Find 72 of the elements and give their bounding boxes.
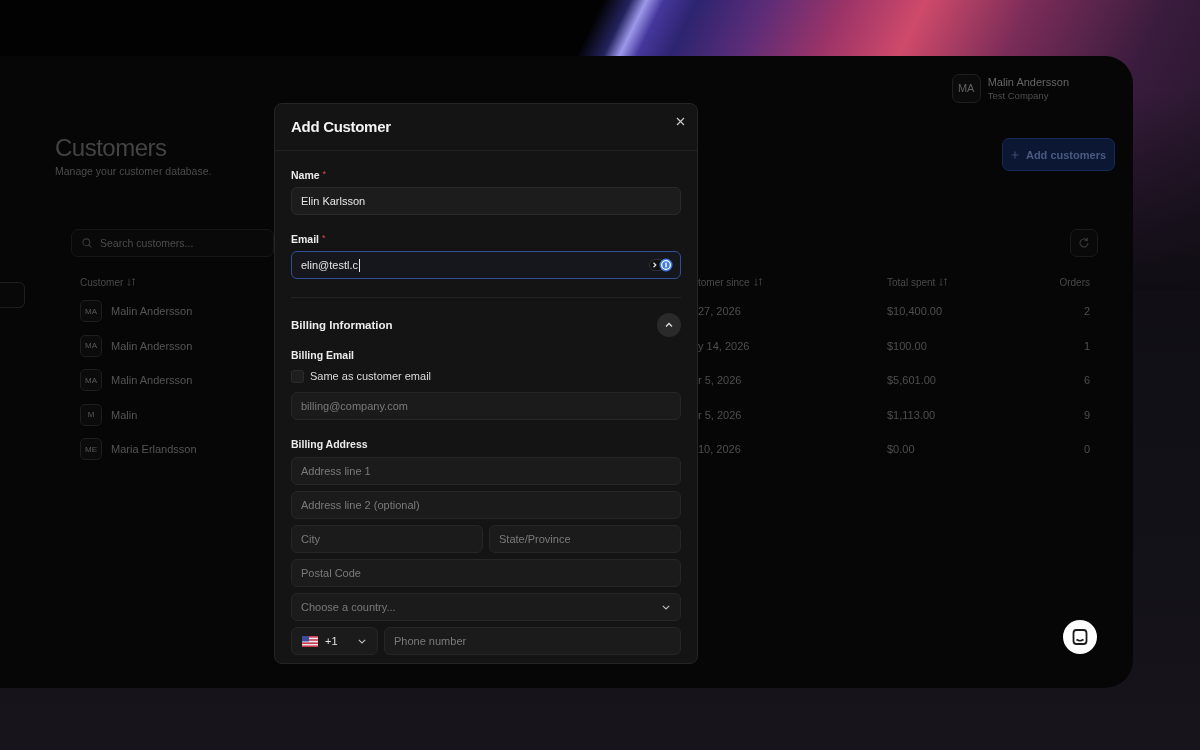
input-field[interactable]: City — [291, 525, 483, 553]
table-cell-text: 10, 2026 — [698, 443, 742, 456]
table-cell-text: r 5, 2026 — [698, 374, 743, 387]
billing-email-field[interactable]: billing@company.com — [291, 392, 681, 420]
field-label: Name — [291, 169, 320, 182]
table-cell-text: $10,400.00 — [887, 305, 944, 318]
chevron-up-icon[interactable] — [657, 313, 681, 337]
table-cell-text: 27, 2026 — [698, 305, 742, 318]
customer-avatar: ME — [80, 438, 102, 461]
column-header[interactable]: tomer since — [698, 276, 750, 288]
field-label: Billing Address — [291, 438, 368, 451]
checkbox[interactable] — [291, 369, 304, 383]
sort-icon[interactable] — [127, 278, 137, 286]
sort-icon[interactable] — [753, 278, 763, 286]
table-cell-text: y 14, 2026 — [698, 339, 751, 352]
section-title: Billing Information — [291, 319, 393, 331]
sort-icon[interactable] — [939, 278, 949, 286]
customer-name[interactable]: Malin Andersson — [111, 305, 193, 318]
chevron-down-icon — [662, 604, 670, 610]
customer-avatar: MA — [80, 334, 102, 357]
table-cell-text: $100.00 — [887, 339, 928, 352]
field-label: Email — [291, 233, 319, 246]
column-header[interactable]: Total spent — [887, 276, 936, 288]
input-field[interactable]: State/Province — [489, 525, 681, 553]
customer-name[interactable]: Malin Andersson — [111, 374, 193, 387]
column-header[interactable]: Orders — [1059, 276, 1090, 288]
required-mark: * — [322, 169, 327, 179]
country-select[interactable]: Choose a country... — [291, 593, 681, 621]
checkbox-label[interactable]: Same as customer email — [310, 370, 432, 382]
customer-name[interactable]: Maria Erlandsson — [111, 443, 197, 456]
required-mark: * — [322, 233, 326, 243]
plus-icon — [1010, 150, 1019, 159]
table-cell-text: 2 — [1082, 305, 1090, 318]
user-avatar[interactable]: MA — [951, 73, 981, 103]
customer-avatar: MA — [80, 300, 102, 323]
chevron-down-icon — [358, 638, 366, 644]
table-cell-text: $5,601.00 — [887, 374, 937, 387]
customer-name[interactable]: Malin — [111, 408, 138, 421]
table-cell-text: r 5, 2026 — [698, 408, 743, 421]
add-customers-button[interactable]: Add customers — [1002, 138, 1115, 171]
page-title: Customers — [55, 134, 168, 162]
table-cell-text: 6 — [1082, 374, 1090, 387]
page-subtitle: Manage your customer database. — [55, 164, 212, 178]
user-name: Malin Andersson — [987, 75, 1069, 89]
field-label: Billing Email — [291, 349, 354, 362]
input-field[interactable]: Address line 1 — [291, 457, 681, 485]
customer-avatar: M — [80, 403, 102, 426]
name-field[interactable]: Elin Karlsson — [291, 187, 681, 215]
chat-icon[interactable] — [1063, 620, 1097, 654]
column-header[interactable]: Customer — [80, 276, 124, 288]
search-icon — [82, 238, 92, 248]
refresh-button[interactable] — [1070, 229, 1098, 257]
search-field[interactable]: Search customers... — [71, 229, 274, 257]
table-cell-text: 0 — [1082, 443, 1090, 456]
country-code-select[interactable]: +1 — [291, 627, 378, 655]
refresh-icon — [1078, 237, 1090, 249]
close-icon[interactable] — [676, 117, 685, 126]
input-field[interactable]: Postal Code — [291, 559, 681, 587]
table-cell-text: $1,113.00 — [887, 408, 937, 421]
table-cell-text: $0.00 — [887, 443, 916, 456]
email-field[interactable]: elin@testl.c — [291, 251, 681, 279]
sidebar-handle[interactable] — [0, 282, 25, 308]
table-cell-text: 1 — [1082, 339, 1090, 352]
dialog-title: Add Customer — [291, 118, 391, 136]
customer-avatar: MA — [80, 369, 102, 392]
chevron-ring-icon[interactable] — [649, 258, 673, 272]
company-name: Test Company — [987, 89, 1050, 101]
flag-icon — [302, 635, 318, 647]
phone-field[interactable]: Phone number — [384, 627, 681, 655]
customer-name[interactable]: Malin Andersson — [111, 339, 193, 352]
input-field[interactable]: Address line 2 (optional) — [291, 491, 681, 519]
table-cell-text: 9 — [1082, 408, 1090, 421]
